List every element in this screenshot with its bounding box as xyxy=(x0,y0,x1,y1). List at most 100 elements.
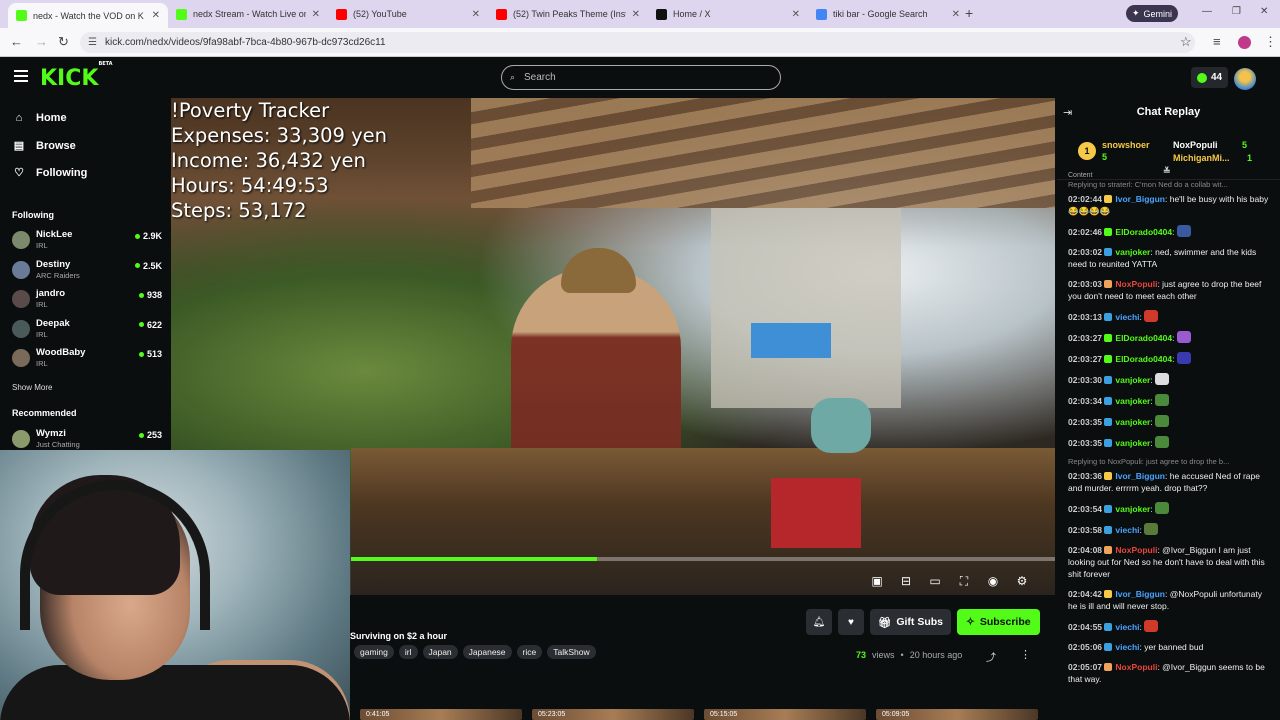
close-tab-icon[interactable]: ✕ xyxy=(312,9,320,20)
chat-username[interactable]: ElDorado0404 xyxy=(1115,333,1172,343)
search-input[interactable]: ⌕ Search xyxy=(501,65,781,90)
message-timestamp: 02:03:27 xyxy=(1068,354,1103,364)
show-more-link[interactable]: Show More xyxy=(12,383,52,392)
chat-username[interactable]: NoxPopuli xyxy=(1115,279,1157,289)
subscribe-button[interactable]: ✧ Subscribe xyxy=(957,609,1040,635)
chat-username[interactable]: vanjoker xyxy=(1115,504,1150,514)
follow-heart-button[interactable]: ♥ xyxy=(838,609,864,635)
browser-tab[interactable]: Home / X ✕ xyxy=(648,3,808,25)
chat-username[interactable]: vanjoker xyxy=(1115,396,1150,406)
user-avatar[interactable] xyxy=(1234,68,1256,90)
kick-logo[interactable]: KICKBETA xyxy=(40,61,113,91)
hamburger-menu-icon[interactable] xyxy=(14,70,28,82)
chat-username[interactable]: viechi xyxy=(1115,525,1139,535)
back-icon[interactable]: ← xyxy=(10,34,23,49)
chat-header: ⇥ Chat Replay xyxy=(1057,104,1280,124)
chat-username[interactable]: NoxPopuli xyxy=(1115,545,1157,555)
gemini-button[interactable]: ✦ Gemini xyxy=(1126,5,1178,22)
chat-username[interactable]: ElDorado0404 xyxy=(1115,227,1172,237)
browser-tab[interactable]: tiki bar - Google Search ✕ xyxy=(808,3,968,25)
channel-item[interactable]: NickLee IRL 2.9K xyxy=(12,229,162,255)
profile-icon[interactable] xyxy=(1238,36,1251,49)
more-options-icon[interactable]: ⋮ xyxy=(1020,648,1031,661)
notification-bell-button[interactable]: 🔔︎ xyxy=(806,609,832,635)
browser-tab[interactable]: nedx - Watch the VOD on K ✕ xyxy=(8,3,168,28)
leader-name[interactable]: NoxPopuli xyxy=(1173,140,1218,150)
chat-username[interactable]: NoxPopuli xyxy=(1115,662,1157,672)
close-tab-icon[interactable]: ✕ xyxy=(632,9,640,20)
site-info-icon[interactable]: ☰ xyxy=(88,32,97,53)
chat-username[interactable]: vanjoker xyxy=(1115,417,1150,427)
url-field[interactable]: ☰ kick.com/nedx/videos/9fa98abf-7bca-4b8… xyxy=(80,32,1195,53)
tab-title: (52) Twin Peaks Theme (Instrum xyxy=(513,9,626,19)
leader-name[interactable]: snowshoer xyxy=(1102,140,1150,150)
channel-category: Just Chatting xyxy=(36,440,80,449)
chat-username[interactable]: Ivor_Biggun xyxy=(1115,589,1165,599)
channel-item[interactable]: Deepak IRL 622 xyxy=(12,318,162,344)
tag-chip[interactable]: TalkShow xyxy=(547,645,596,659)
browser-tab[interactable]: (52) Twin Peaks Theme (Instrum ✕ xyxy=(488,3,648,25)
tab-title: nedx - Watch the VOD on K xyxy=(33,10,144,21)
video-info: 🔔︎ ♥ 🎁︎ Gift Subs ✧ Subscribe Surviving on… xyxy=(350,595,1055,720)
live-dot-icon xyxy=(134,263,140,268)
sidebar-nav-item[interactable]: ⌂ Home xyxy=(12,112,67,124)
settings-icon[interactable]: ⚙ xyxy=(1016,574,1028,588)
chat-username[interactable]: Ivor_Biggun xyxy=(1115,471,1165,481)
pip-icon[interactable]: ▣ xyxy=(871,574,883,588)
browser-menu-icon[interactable]: ⋮ xyxy=(1264,34,1277,50)
theater-icon[interactable]: ▭ xyxy=(929,574,941,588)
miniplayer-icon[interactable]: ⊟ xyxy=(900,574,912,588)
close-window-icon[interactable]: ✕ xyxy=(1260,6,1268,17)
reading-list-icon[interactable]: ≡ xyxy=(1213,34,1221,49)
chat-message: 02:05:06 viechi: yer banned bud xyxy=(1068,641,1273,653)
related-video-thumbnail[interactable]: 05:23:05 xyxy=(532,709,694,720)
maximize-icon[interactable]: ❐ xyxy=(1232,6,1241,17)
related-video-thumbnail[interactable]: 05:15:05 xyxy=(704,709,866,720)
tag-chip[interactable]: rice xyxy=(516,645,543,659)
tag-chip[interactable]: Japan xyxy=(422,645,458,659)
chat-username[interactable]: viechi xyxy=(1115,312,1139,322)
tag-chip[interactable]: irl xyxy=(398,645,418,659)
leader-name[interactable]: MichiganMi... xyxy=(1173,153,1230,163)
related-video-thumbnail[interactable]: 0:41:05 xyxy=(360,709,522,720)
chat-username[interactable]: vanjoker xyxy=(1115,438,1150,448)
related-video-thumbnail[interactable]: 05:09:05 xyxy=(876,709,1038,720)
forward-icon[interactable]: → xyxy=(35,34,48,49)
chat-username[interactable]: viechi xyxy=(1115,622,1139,632)
minimize-icon[interactable]: — xyxy=(1202,6,1212,17)
browser-tab[interactable]: (52) YouTube ✕ xyxy=(328,3,488,25)
expand-leaderboard-icon[interactable]: ≚ xyxy=(1163,166,1171,177)
close-tab-icon[interactable]: ✕ xyxy=(952,9,960,20)
close-tab-icon[interactable]: ✕ xyxy=(152,10,160,21)
chat-username[interactable]: vanjoker xyxy=(1115,375,1150,385)
browser-tab[interactable]: nedx Stream - Watch Live on Ki ✕ xyxy=(168,3,328,25)
tag-chip[interactable]: gaming xyxy=(354,645,394,659)
reload-icon[interactable]: ↻ xyxy=(58,34,69,50)
kicks-balance-button[interactable]: 44 xyxy=(1191,67,1228,88)
tag-chip[interactable]: Japanese xyxy=(462,645,512,659)
channel-item[interactable]: Destiny ARC Raiders 2.5K xyxy=(12,259,162,285)
video-title: Surviving on $2 a hour xyxy=(350,631,448,641)
channel-viewers: 513 xyxy=(138,349,162,359)
channel-item[interactable]: jandro IRL 938 xyxy=(12,288,162,314)
channel-item[interactable]: WoodBaby IRL 513 xyxy=(12,347,162,373)
video-progress-bar[interactable] xyxy=(351,557,1055,561)
video-scene-roof xyxy=(471,98,1055,208)
sidebar-nav-item[interactable]: ♡ Following xyxy=(12,166,87,180)
close-tab-icon[interactable]: ✕ xyxy=(472,9,480,20)
chat-username[interactable]: Ivor_Biggun xyxy=(1115,194,1165,204)
new-tab-icon[interactable]: + xyxy=(965,5,973,21)
chat-message: 02:03:36 Ivor_Biggun: he accused Ned of … xyxy=(1068,470,1273,494)
bookmark-star-icon[interactable]: ☆ xyxy=(1180,34,1192,50)
fullscreen-icon[interactable]: ⛶ xyxy=(958,574,970,589)
share-icon[interactable]: ⤴ xyxy=(986,649,996,664)
gift-subs-button[interactable]: 🎁︎ Gift Subs xyxy=(870,609,952,635)
chat-username[interactable]: ElDorado0404 xyxy=(1115,354,1172,364)
message-timestamp: 02:04:08 xyxy=(1068,545,1103,555)
user-badge-icon xyxy=(1104,313,1113,321)
speed-icon[interactable]: ◉ xyxy=(987,574,999,588)
sidebar-nav-item[interactable]: ▤ Browse xyxy=(12,139,76,153)
chat-username[interactable]: viechi xyxy=(1115,642,1139,652)
close-tab-icon[interactable]: ✕ xyxy=(792,9,800,20)
chat-username[interactable]: vanjoker xyxy=(1115,247,1150,257)
